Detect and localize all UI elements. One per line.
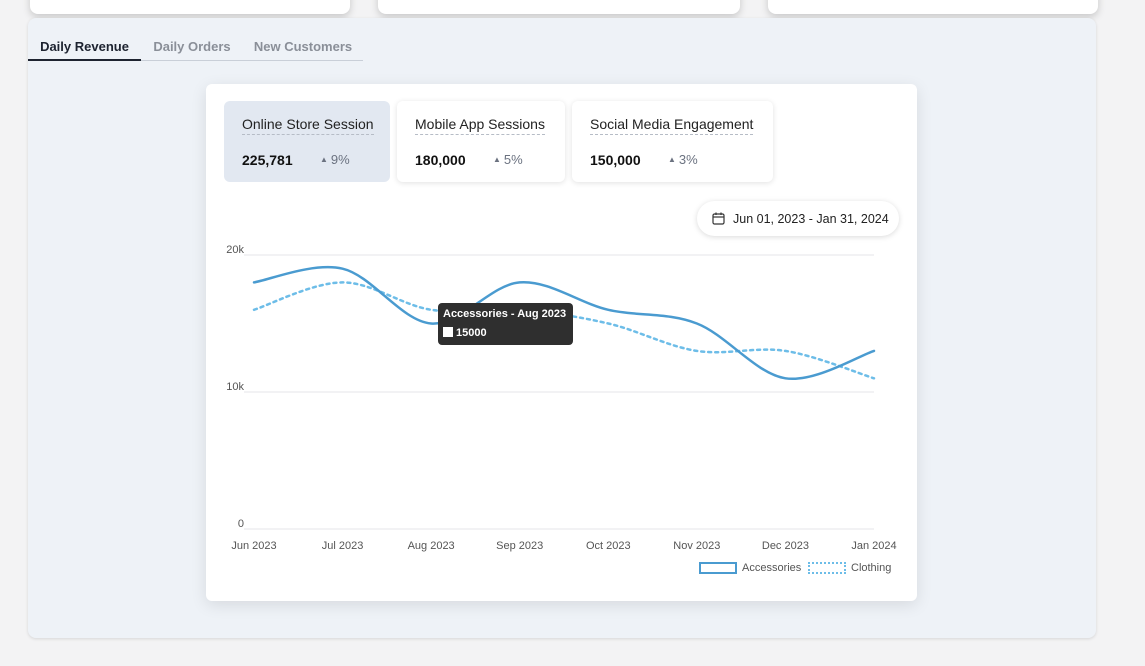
tab-daily-orders[interactable]: Daily Orders — [141, 36, 243, 61]
x-tick-label: Aug 2023 — [408, 540, 455, 552]
legend-swatch-solid — [699, 562, 737, 574]
y-tick-label: 10k — [226, 381, 244, 393]
tab-daily-revenue[interactable]: Daily Revenue — [28, 36, 141, 61]
y-tick-label: 0 — [238, 518, 244, 530]
legend-swatch-dotted — [808, 562, 846, 574]
x-tick-label: Dec 2023 — [762, 540, 809, 552]
tooltip-value: 15000 — [456, 327, 487, 339]
x-tick-label: Sep 2023 — [496, 540, 543, 552]
tab-new-customers[interactable]: New Customers — [243, 36, 363, 61]
dashboard-panel: Daily Revenue Daily Orders New Customers… — [28, 18, 1096, 638]
x-tick-label: Oct 2023 — [586, 540, 631, 552]
chart-tooltip: Accessories - Aug 2023 15000 — [438, 303, 573, 345]
x-tick-label: Jun 2023 — [231, 540, 276, 552]
top-card-1 — [30, 0, 350, 14]
top-card-3 — [768, 0, 1098, 14]
legend-accessories[interactable]: Accessories — [699, 562, 801, 574]
y-tick-label: 20k — [226, 244, 244, 256]
tooltip-title: Accessories - Aug 2023 — [443, 308, 567, 320]
tooltip-swatch — [443, 327, 453, 337]
x-tick-label: Nov 2023 — [673, 540, 720, 552]
x-tick-label: Jan 2024 — [851, 540, 896, 552]
legend-label: Accessories — [742, 562, 802, 574]
tab-bar: Daily Revenue Daily Orders New Customers — [28, 36, 363, 61]
chart-card: Online Store Session 225,781 ▲ 9% Mobile … — [206, 84, 917, 601]
legend-clothing[interactable]: Clothing — [808, 562, 891, 574]
legend-label: Clothing — [851, 562, 892, 574]
top-card-2 — [378, 0, 740, 14]
x-tick-label: Jul 2023 — [322, 540, 364, 552]
